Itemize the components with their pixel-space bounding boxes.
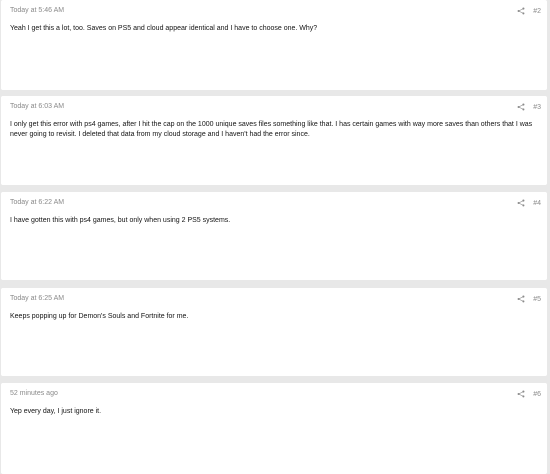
post-date[interactable]: 52 minutes ago: [10, 390, 58, 397]
post-body: Yeah I get this a lot, too. Saves on PS5…: [10, 25, 318, 32]
post-actions: #3: [517, 103, 541, 111]
share-icon[interactable]: [517, 199, 525, 207]
post-number[interactable]: #5: [533, 296, 541, 303]
thread: Today at 5:46 AM #2 Yeah I get this a lo…: [0, 0, 550, 474]
post-5: Today at 6:25 AM #5 Keeps popping up for…: [1, 288, 547, 376]
post-body: Yep every day, I just ignore it.: [10, 408, 102, 415]
post-number[interactable]: #3: [533, 104, 541, 111]
post-body: I have gotten this with ps4 games, but o…: [10, 217, 231, 224]
post-date[interactable]: Today at 6:03 AM: [10, 103, 64, 110]
post-actions: #2: [517, 7, 541, 15]
share-icon[interactable]: [517, 390, 525, 398]
post-date[interactable]: Today at 6:25 AM: [10, 295, 64, 302]
share-icon[interactable]: [517, 103, 525, 111]
post-3: Today at 6:03 AM #3 I only get this erro…: [1, 96, 547, 185]
post-6: 52 minutes ago #6 Yep every day, I just …: [1, 383, 547, 474]
post-number[interactable]: #6: [533, 391, 541, 398]
post-number[interactable]: #2: [533, 8, 541, 15]
share-icon[interactable]: [517, 295, 525, 303]
post-actions: #4: [517, 199, 541, 207]
share-icon[interactable]: [517, 7, 525, 15]
post-4: Today at 6:22 AM #4 I have gotten this w…: [1, 192, 547, 280]
post-actions: #5: [517, 295, 541, 303]
post-date[interactable]: Today at 6:22 AM: [10, 199, 64, 206]
post-number[interactable]: #4: [533, 200, 541, 207]
post-actions: #6: [517, 390, 541, 398]
post-date[interactable]: Today at 5:46 AM: [10, 7, 64, 14]
post-body: Keeps popping up for Demon's Souls and F…: [10, 313, 189, 320]
post-body: I only get this error with ps4 games, af…: [10, 121, 533, 138]
post-2: Today at 5:46 AM #2 Yeah I get this a lo…: [1, 0, 547, 90]
